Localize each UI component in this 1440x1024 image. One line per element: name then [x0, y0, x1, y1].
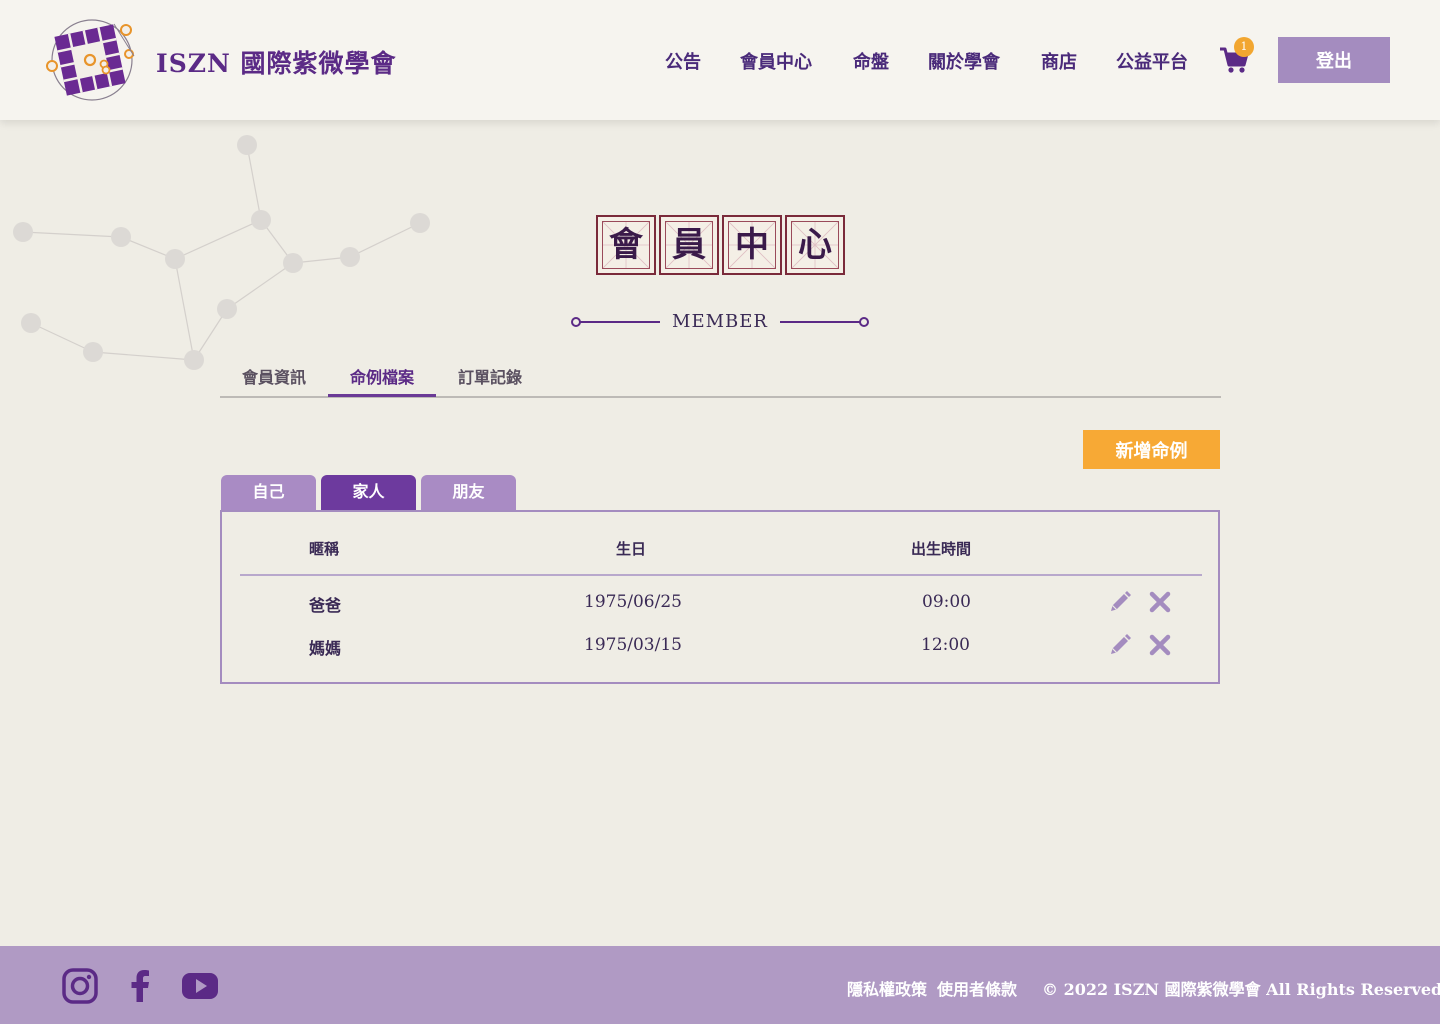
subtitle-dot-right	[859, 317, 869, 327]
add-chart-button[interactable]: 新增命例	[1083, 430, 1220, 469]
title-char: 員	[672, 225, 706, 265]
youtube-icon[interactable]	[180, 966, 220, 1006]
tab-chart-files[interactable]: 命例檔案	[328, 364, 436, 397]
constellation-decoration	[13, 135, 430, 370]
title-char: 中	[735, 225, 769, 265]
nav-charity[interactable]: 公益平台	[1116, 48, 1188, 74]
row-nickname: 爸爸	[309, 596, 342, 615]
edit-pencil-icon[interactable]	[1108, 633, 1132, 657]
delete-x-icon[interactable]	[1148, 633, 1172, 657]
column-header-nickname: 暱稱	[309, 540, 340, 558]
table-header-divider	[240, 574, 1202, 576]
copyright-text: © 2022 ISZN 國際紫微學會 All Rights Reserved.	[1042, 980, 1440, 999]
nav-shop[interactable]: 商店	[1041, 48, 1077, 74]
page-subtitle: MEMBER	[568, 310, 872, 336]
column-header-birth-time: 出生時間	[911, 540, 972, 558]
row-birthday: 1975/06/25	[584, 592, 682, 612]
site-footer: 隱私權政策 使用者條款 © 2022 ISZN 國際紫微學會 All Right…	[0, 946, 1440, 1024]
subtab-self[interactable]: 自己	[221, 475, 316, 511]
terms-of-use-link[interactable]: 使用者條款	[937, 976, 1017, 1000]
iszn-logo-icon[interactable]	[44, 16, 136, 104]
member-tabs: 會員資訊 命例檔案 訂單記錄	[220, 362, 1221, 398]
site-name[interactable]: ISZN 國際紫微學會	[156, 44, 397, 80]
subtab-family[interactable]: 家人	[321, 475, 416, 511]
subtitle-line-right	[780, 321, 860, 323]
site-header: ISZN 國際紫微學會 公告 會員中心 命盤 關於學會 商店 公益平台 1 登出	[0, 0, 1440, 120]
nav-member-center[interactable]: 會員中心	[740, 48, 812, 74]
row-nickname: 媽媽	[309, 639, 342, 658]
delete-x-icon[interactable]	[1148, 590, 1172, 614]
privacy-policy-link[interactable]: 隱私權政策	[847, 976, 927, 1000]
nav-chart[interactable]: 命盤	[853, 48, 889, 74]
title-char: 心	[798, 225, 832, 265]
row-birth-time: 12:00	[921, 635, 970, 655]
row-birth-time: 09:00	[922, 592, 971, 612]
title-char-box: 會	[596, 215, 656, 275]
chart-table-panel: 暱稱 生日 出生時間 爸爸 1975/06/25 09:00 媽媽 1975/0…	[220, 510, 1220, 684]
facebook-icon[interactable]	[120, 966, 160, 1006]
title-char-box: 員	[659, 215, 719, 275]
edit-pencil-icon[interactable]	[1108, 590, 1132, 614]
tab-order-history[interactable]: 訂單記錄	[436, 364, 544, 397]
subtab-friends[interactable]: 朋友	[421, 475, 516, 511]
row-birthday: 1975/03/15	[584, 635, 682, 655]
instagram-icon[interactable]	[60, 966, 100, 1006]
nav-about[interactable]: 關於學會	[928, 48, 1000, 74]
logout-button[interactable]: 登出	[1278, 37, 1390, 83]
title-char-box: 心	[785, 215, 845, 275]
cart-count-badge: 1	[1234, 37, 1254, 57]
title-char-box: 中	[722, 215, 782, 275]
nav-announcements[interactable]: 公告	[665, 48, 701, 74]
tab-member-info[interactable]: 會員資訊	[220, 364, 328, 397]
title-char: 會	[609, 225, 643, 265]
column-header-birthday: 生日	[616, 540, 647, 558]
